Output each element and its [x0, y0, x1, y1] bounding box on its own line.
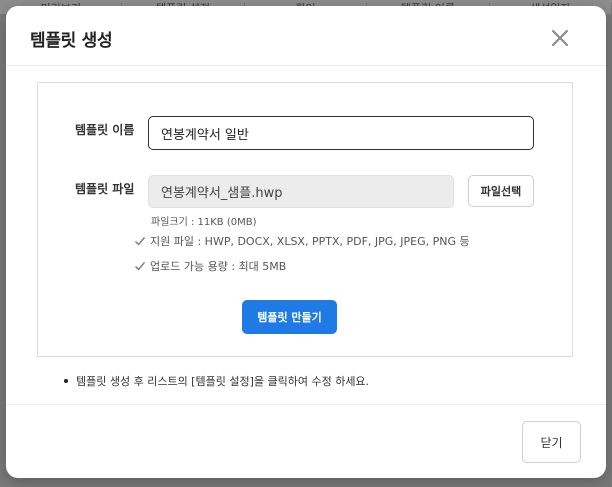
- help-note: 템플릿 생성 후 리스트의 [템플릿 설정]을 클릭하여 수정 하세요.: [64, 373, 369, 389]
- modal-title: 템플릿 생성: [30, 31, 113, 51]
- max-upload-text: 업로드 가능 용량 : 최대 5MB: [150, 260, 287, 273]
- file-select-button[interactable]: 파일선택: [468, 175, 534, 207]
- file-name-text: 연봉계약서_샘플.hwp: [161, 186, 283, 201]
- template-file-label: 템플릿 파일: [75, 182, 135, 196]
- template-file-field[interactable]: 연봉계약서_샘플.hwp: [148, 175, 454, 208]
- bullet-icon: [64, 379, 68, 383]
- check-icon: [134, 260, 146, 272]
- modal-header: 템플릿 생성: [6, 6, 606, 66]
- template-create-modal: 템플릿 생성 템플릿 이름 템플릿 파일 연봉계약서_샘플.hwp 파일선택 파…: [6, 6, 606, 478]
- close-icon[interactable]: [548, 26, 572, 50]
- create-template-button[interactable]: 템플릿 만들기: [242, 300, 337, 334]
- supported-formats-info: 지원 파일 : HWP, DOCX, XLSX, PPTX, PDF, JPG,…: [134, 233, 470, 249]
- help-note-text: 템플릿 생성 후 리스트의 [템플릿 설정]을 클릭하여 수정 하세요.: [76, 375, 370, 388]
- footer-divider: [6, 404, 606, 405]
- template-name-input[interactable]: [148, 116, 534, 150]
- check-icon: [134, 235, 146, 247]
- template-name-label: 템플릿 이름: [75, 123, 135, 137]
- form-panel: 템플릿 이름 템플릿 파일 연봉계약서_샘플.hwp 파일선택 파일크기 : 1…: [37, 82, 573, 357]
- close-button[interactable]: 닫기: [522, 421, 581, 463]
- max-upload-info: 업로드 가능 용량 : 최대 5MB: [134, 258, 286, 274]
- file-size-text: 파일크기 : 11KB (0MB): [151, 217, 257, 228]
- supported-formats-text: 지원 파일 : HWP, DOCX, XLSX, PPTX, PDF, JPG,…: [150, 235, 470, 248]
